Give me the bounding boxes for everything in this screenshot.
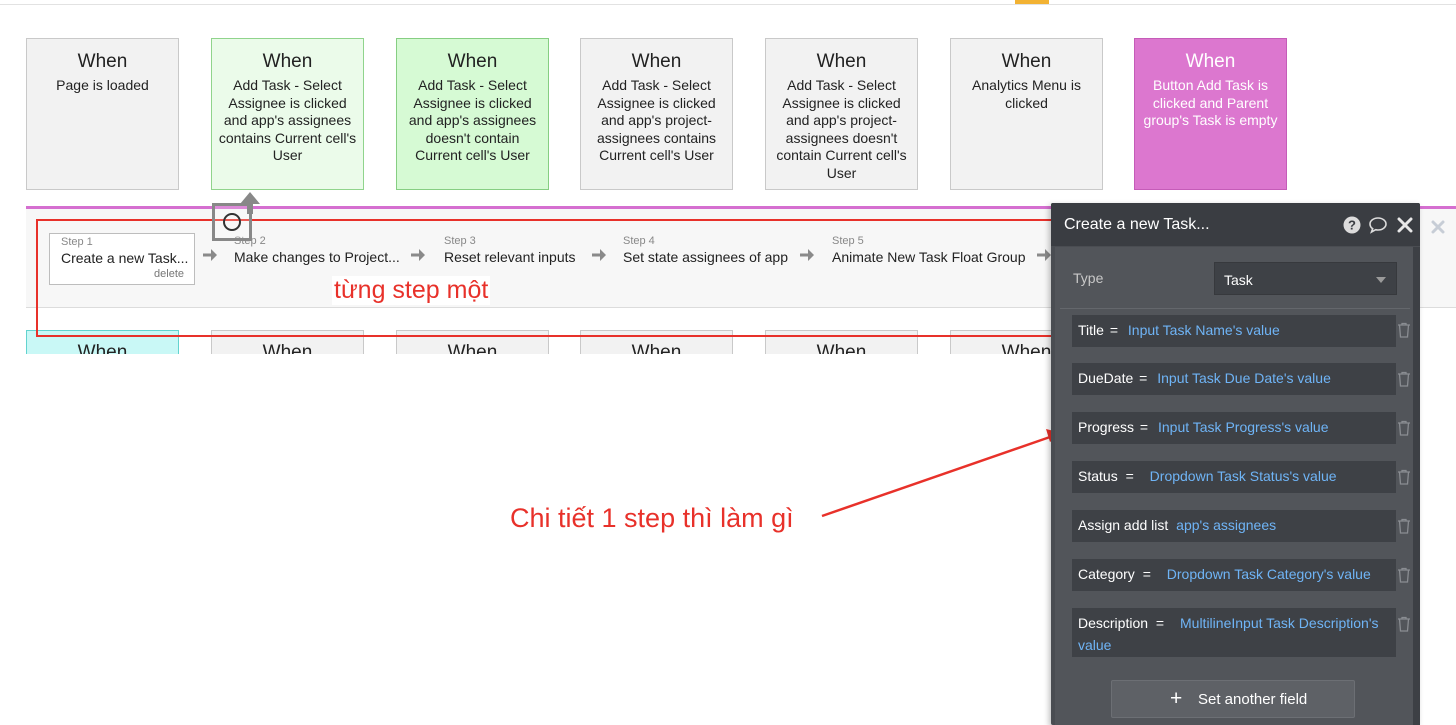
field-category[interactable]: Category = Dropdown Task Category's valu… bbox=[1072, 559, 1396, 591]
field-key: Status bbox=[1078, 468, 1118, 484]
trash-icon[interactable] bbox=[1397, 616, 1411, 632]
field-operator: = bbox=[1125, 468, 1134, 484]
set-another-field-button[interactable]: + Set another field bbox=[1111, 680, 1355, 718]
field-operator: = bbox=[1142, 566, 1151, 582]
field-key: Progress bbox=[1078, 419, 1135, 435]
field-value[interactable]: Input Task Progress's value bbox=[1158, 419, 1329, 435]
panel-divider bbox=[1060, 308, 1410, 309]
event-when-label: When bbox=[1001, 51, 1052, 72]
field-key: Assign add list bbox=[1078, 517, 1169, 533]
event-when-label: When bbox=[631, 51, 682, 72]
help-icon[interactable]: ? bbox=[1342, 215, 1362, 235]
event-card-analytics-menu[interactable]: When Analytics Menu is clicked bbox=[950, 38, 1103, 190]
event-card-assignee-not-contains[interactable]: When Add Task - Select Assignee is click… bbox=[396, 38, 549, 190]
trash-icon[interactable] bbox=[1397, 420, 1411, 436]
field-key: Title bbox=[1078, 322, 1104, 338]
event-when-label: When bbox=[1185, 51, 1236, 72]
field-operator: = bbox=[1155, 615, 1165, 631]
event-description: Button Add Task is clicked and Parent gr… bbox=[1143, 77, 1278, 128]
field-operator: = bbox=[1139, 370, 1148, 386]
event-card-assignee-contains[interactable]: When Add Task - Select Assignee is click… bbox=[211, 38, 364, 190]
event-description: Analytics Menu is clicked bbox=[972, 77, 1081, 111]
field-value[interactable]: Input Task Due Date's value bbox=[1157, 370, 1331, 386]
event-description: Add Task - Select Assignee is clicked an… bbox=[408, 77, 537, 163]
type-label: Type bbox=[1073, 270, 1104, 286]
panel-scrollbar[interactable] bbox=[1413, 247, 1420, 725]
event-when-label: When bbox=[447, 51, 498, 72]
panel-header: Create a new Task... ? bbox=[1051, 203, 1420, 246]
event-description: Add Task - Select Assignee is clicked an… bbox=[218, 77, 357, 163]
svg-text:?: ? bbox=[1348, 218, 1356, 233]
event-card-add-task-selected[interactable]: When Button Add Task is clicked and Pare… bbox=[1134, 38, 1287, 190]
close-icon[interactable] bbox=[1395, 215, 1415, 235]
field-duedate[interactable]: DueDate = Input Task Due Date's value bbox=[1072, 363, 1396, 395]
field-operator: = bbox=[1139, 419, 1149, 435]
field-assign-add-list[interactable]: Assign add list app's assignees bbox=[1072, 510, 1396, 542]
field-key: Description bbox=[1078, 615, 1149, 631]
trash-icon[interactable] bbox=[1397, 322, 1411, 338]
field-value[interactable]: Input Task Name's value bbox=[1128, 322, 1280, 338]
event-description: Add Task - Select Assignee is clicked an… bbox=[596, 77, 717, 163]
top-accent-tab bbox=[1015, 0, 1049, 4]
annotation-steps-note: từng step một bbox=[332, 276, 491, 305]
trash-icon[interactable] bbox=[1397, 518, 1411, 534]
field-value[interactable]: app's assignees bbox=[1176, 517, 1276, 533]
trash-icon[interactable] bbox=[1397, 469, 1411, 485]
type-select-value: Task bbox=[1224, 272, 1253, 288]
field-key: Category bbox=[1078, 566, 1135, 582]
field-operator: = bbox=[1109, 322, 1119, 338]
chevron-down-icon bbox=[1376, 277, 1386, 283]
field-status[interactable]: Status = Dropdown Task Status's value bbox=[1072, 461, 1396, 493]
trash-icon[interactable] bbox=[1397, 371, 1411, 387]
annotation-detail-note: Chi tiết 1 step thì làm gì bbox=[510, 503, 794, 533]
event-when-label: When bbox=[262, 342, 313, 355]
field-description[interactable]: Description = MultilineInput Task Descri… bbox=[1072, 608, 1396, 657]
event-card-page-loaded[interactable]: When Page is loaded bbox=[26, 38, 179, 190]
event-card-project-assignee-not-contains[interactable]: When Add Task - Select Assignee is click… bbox=[765, 38, 918, 190]
event-description: Page is loaded bbox=[56, 77, 149, 93]
type-select[interactable]: Task bbox=[1214, 262, 1397, 295]
event-description: Add Task - Select Assignee is clicked an… bbox=[776, 77, 907, 181]
event-when-label: When bbox=[77, 342, 128, 355]
field-value[interactable]: Dropdown Task Status's value bbox=[1150, 468, 1337, 484]
plus-icon: + bbox=[1170, 687, 1183, 710]
field-title[interactable]: Title = Input Task Name's value bbox=[1072, 315, 1396, 347]
event-card-project-assignee-contains[interactable]: When Add Task - Select Assignee is click… bbox=[580, 38, 733, 190]
comment-icon[interactable] bbox=[1368, 215, 1388, 235]
close-icon[interactable] bbox=[1430, 219, 1446, 235]
trash-icon[interactable] bbox=[1397, 567, 1411, 583]
field-value[interactable]: Dropdown Task Category's value bbox=[1167, 566, 1371, 582]
set-another-field-label: Set another field bbox=[1198, 691, 1308, 708]
top-divider bbox=[0, 4, 1456, 5]
field-key: DueDate bbox=[1078, 370, 1134, 386]
event-when-label: When bbox=[816, 342, 867, 355]
panel-title: Create a new Task... bbox=[1064, 216, 1210, 233]
event-when-label: When bbox=[631, 342, 682, 355]
event-when-label: When bbox=[816, 51, 867, 72]
annotation-highlight-box bbox=[36, 219, 1066, 337]
event-when-label: When bbox=[447, 342, 498, 355]
event-when-label: When bbox=[77, 51, 128, 72]
event-when-label: When bbox=[262, 51, 313, 72]
cursor-circle-icon bbox=[223, 213, 241, 231]
cursor-arrow-icon bbox=[240, 192, 260, 214]
field-progress[interactable]: Progress = Input Task Progress's value bbox=[1072, 412, 1396, 444]
